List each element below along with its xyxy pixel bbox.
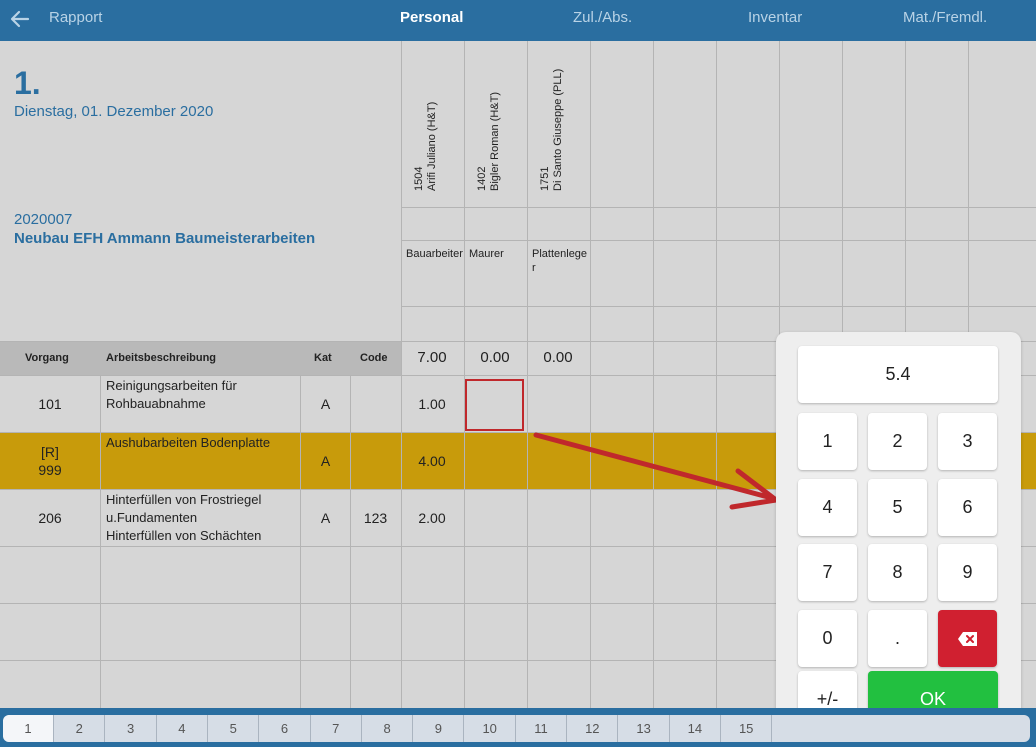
key-7[interactable]: 7: [798, 544, 857, 601]
key-2[interactable]: 2: [868, 413, 927, 470]
page-3[interactable]: 3: [106, 715, 157, 742]
report-date: Dienstag, 01. Dezember 2020: [14, 103, 214, 120]
column-code: Code: [360, 352, 388, 364]
key-5[interactable]: 5: [868, 479, 927, 536]
column-arbeitsbeschreibung: Arbeitsbeschreibung: [106, 352, 217, 364]
page-13[interactable]: 13: [619, 715, 670, 742]
tab-personal[interactable]: Personal: [400, 9, 463, 26]
employee-name-1[interactable]: 1504 Arifi Juliano (H&T): [401, 41, 441, 191]
tab-material-fremdleistung[interactable]: Mat./Fremdl.: [903, 9, 987, 26]
grid-line: [401, 306, 1036, 307]
key-0[interactable]: 0: [798, 610, 857, 667]
page-4[interactable]: 4: [157, 715, 208, 742]
employee-role-1: Bauarbeiter: [406, 248, 463, 260]
page-8[interactable]: 8: [362, 715, 414, 742]
page-7[interactable]: 7: [311, 715, 362, 742]
row-hours-employee-1[interactable]: 2.00: [401, 510, 463, 526]
row-beschreibung: Aushubarbeiten Bodenplatte: [106, 435, 271, 450]
row-beschreibung: Reinigungsarbeiten für Rohbauabnahme: [106, 378, 237, 411]
row-code: 123: [363, 510, 388, 526]
employee-total-3: 0.00: [543, 349, 573, 366]
page-1[interactable]: 1: [3, 715, 54, 742]
employee-name-3[interactable]: 1751 Di Santo Giuseppe (PLL): [527, 41, 567, 191]
key-1[interactable]: 1: [798, 413, 857, 470]
tab-inventar[interactable]: Inventar: [748, 9, 802, 26]
grid-line: [350, 375, 351, 708]
key-4[interactable]: 4: [798, 479, 857, 536]
tab-zulagen-absenzen[interactable]: Zul./Abs.: [573, 9, 632, 26]
key-9[interactable]: 9: [938, 544, 997, 601]
delete-key[interactable]: [938, 610, 997, 667]
numeric-keypad: 5.4 1 2 3 4 5 6 7 8 9 0 . +/- OK: [776, 332, 1021, 740]
page-9[interactable]: 9: [413, 715, 465, 742]
selected-hours-cell[interactable]: [465, 379, 524, 431]
row-vorgang: 101: [38, 396, 62, 412]
page-12[interactable]: 12: [567, 715, 619, 742]
key-8[interactable]: 8: [868, 544, 927, 601]
back-button-label[interactable]: Rapport: [49, 9, 102, 26]
row-vorgang: 206: [38, 510, 62, 526]
employee-total-1: 7.00: [417, 349, 447, 366]
page-14[interactable]: 14: [670, 715, 721, 742]
grid-line: [401, 240, 1036, 241]
report-number: 1.: [14, 65, 41, 101]
page-selector: 1 2 3 4 5 6 7 8 9 10 11 12 13 14 15: [3, 715, 1030, 742]
page-11[interactable]: 11: [516, 715, 567, 742]
row-kat: A: [320, 396, 331, 412]
grid-line: [100, 375, 101, 708]
row-kat: A: [320, 453, 331, 469]
page-6[interactable]: 6: [260, 715, 311, 742]
report-header: 1. Dienstag, 01. Dezember 2020 2020007 N…: [0, 41, 401, 341]
row-hours-employee-1[interactable]: 1.00: [401, 396, 463, 412]
row-hours-employee-1[interactable]: 4.00: [401, 453, 463, 469]
employee-role-2: Maurer: [469, 248, 504, 260]
top-nav: Rapport Personal Zul./Abs. Inventar Mat.…: [0, 0, 1036, 41]
page-2[interactable]: 2: [54, 715, 106, 742]
employee-name-2[interactable]: 1402 Bigler Roman (H&T): [464, 41, 504, 191]
page-bar: 1 2 3 4 5 6 7 8 9 10 11 12 13 14 15: [0, 708, 1036, 747]
keypad-display: 5.4: [798, 346, 998, 403]
employee-total-2: 0.00: [480, 349, 510, 366]
key-3[interactable]: 3: [938, 413, 997, 470]
page-15[interactable]: 15: [721, 715, 773, 742]
row-vorgang: [R] 999: [38, 444, 62, 478]
key-6[interactable]: 6: [938, 479, 997, 536]
table-column-header: Vorgang Arbeitsbeschreibung Kat Code: [0, 341, 401, 375]
column-kat: Kat: [314, 352, 332, 364]
row-kat: A: [320, 510, 331, 526]
back-arrow-icon[interactable]: [8, 7, 32, 31]
grid-line: [401, 207, 1036, 208]
annotation-arrow-icon: [533, 432, 779, 510]
column-vorgang: Vorgang: [25, 352, 69, 364]
project-name: Neubau EFH Ammann Baumeisterarbeiten: [14, 230, 316, 247]
page-5[interactable]: 5: [208, 715, 260, 742]
page-10[interactable]: 10: [465, 715, 516, 742]
key-decimal[interactable]: .: [868, 610, 927, 667]
employee-role-3: Plattenleger: [532, 248, 588, 274]
row-beschreibung: Hinterfüllen von Frostriegel u.Fundament…: [106, 492, 262, 543]
project-number: 2020007: [14, 211, 73, 228]
grid-line: [300, 375, 301, 708]
backspace-icon: [957, 632, 977, 647]
